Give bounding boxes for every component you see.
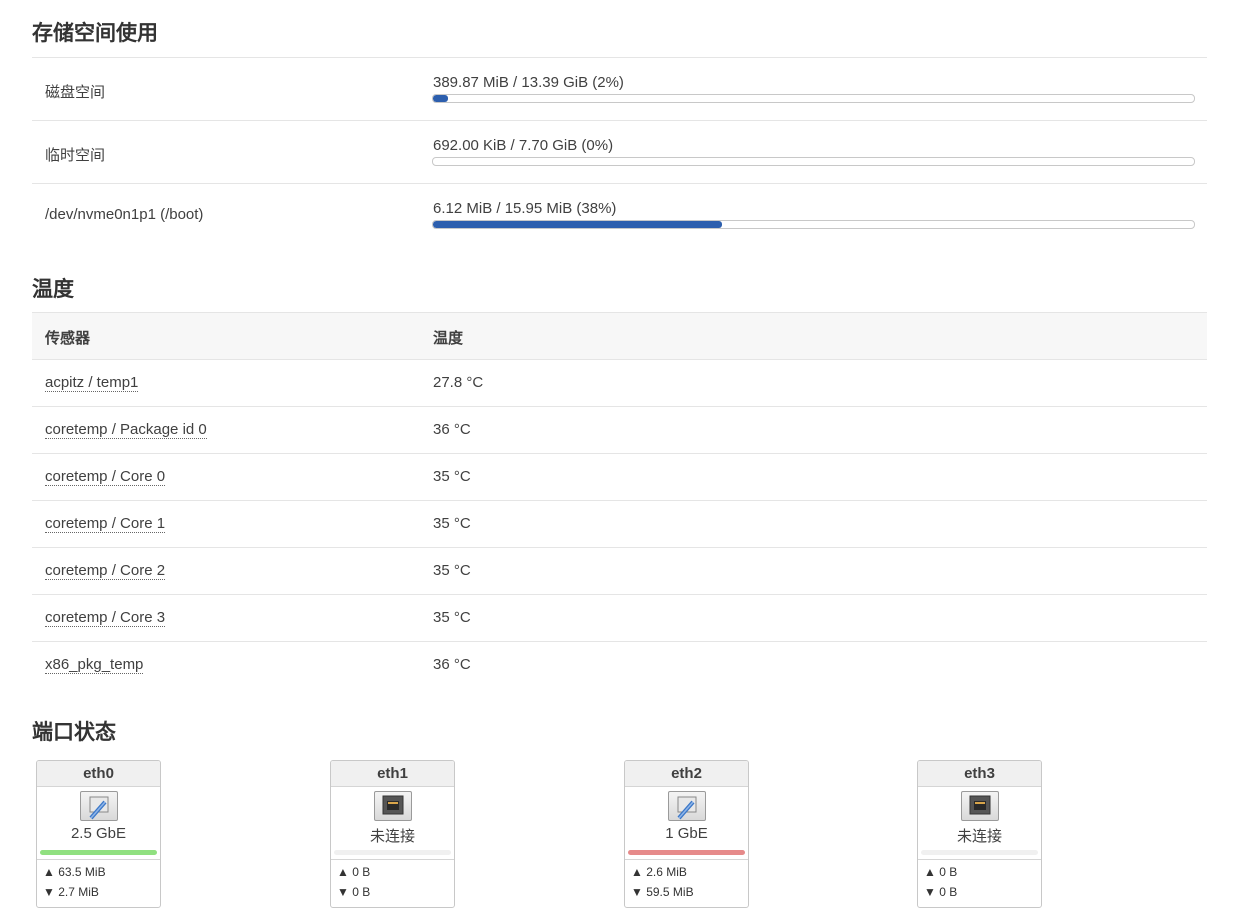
temperature-section-title: 温度 <box>32 278 74 301</box>
tx-bytes: ▲ 0 B <box>337 865 371 879</box>
rx-bytes: ▼ 2.7 MiB <box>43 885 99 899</box>
table-row: coretemp / Core 2 35 °C <box>32 547 1207 595</box>
sensor-link[interactable]: coretemp / Package id 0 <box>45 421 207 439</box>
temperature-value: 36 °C <box>433 656 471 673</box>
ethernet-connected-icon <box>80 791 118 821</box>
sensor-link[interactable]: x86_pkg_temp <box>45 656 144 674</box>
temperature-value: 35 °C <box>433 609 471 626</box>
port-card-eth0: eth0 2.5 GbE ▲ 63.5 MiB ▼ 2.7 MiB <box>36 760 161 908</box>
progress-fill <box>433 221 723 228</box>
storage-progress-bar <box>432 94 1195 103</box>
storage-progress-bar <box>432 220 1195 229</box>
storage-row-boot: /dev/nvme0n1p1 (/boot) 6.12 MiB / 15.95 … <box>32 183 1207 246</box>
rx-bytes: ▼ 0 B <box>337 885 371 899</box>
sensor-link[interactable]: coretemp / Core 1 <box>45 515 166 533</box>
temperature-table-header: 传感器 温度 <box>32 312 1207 360</box>
port-name: eth1 <box>331 761 454 787</box>
port-speed: 1 GbE <box>665 825 708 842</box>
storage-label: /dev/nvme0n1p1 (/boot) <box>45 206 204 223</box>
ethernet-connected-icon <box>668 791 706 821</box>
port-card-eth2: eth2 1 GbE ▲ 2.6 MiB ▼ 59.5 MiB <box>624 760 749 908</box>
storage-value: 389.87 MiB / 13.39 GiB (2%) <box>433 74 624 91</box>
temperature-value: 35 °C <box>433 468 471 485</box>
rx-bytes: ▼ 0 B <box>924 885 958 899</box>
link-indicator <box>334 850 451 855</box>
link-indicator <box>40 850 157 855</box>
temperature-value: 27.8 °C <box>433 374 484 391</box>
port-status-section-title: 端口状态 <box>32 721 116 744</box>
port-name: eth3 <box>918 761 1041 787</box>
table-row: coretemp / Core 1 35 °C <box>32 500 1207 548</box>
temperature-table: 传感器 温度 acpitz / temp1 27.8 °C coretemp /… <box>32 312 1207 692</box>
column-header-sensor: 传感器 <box>45 330 91 347</box>
temperature-value: 35 °C <box>433 515 471 532</box>
storage-label: 磁盘空间 <box>45 84 106 101</box>
table-row: acpitz / temp1 27.8 °C <box>32 359 1207 407</box>
storage-row-disk: 磁盘空间 389.87 MiB / 13.39 GiB (2%) <box>32 57 1207 120</box>
temperature-value: 36 °C <box>433 421 471 438</box>
rx-bytes: ▼ 59.5 MiB <box>631 885 694 899</box>
ethernet-disconnected-icon <box>961 791 999 821</box>
storage-progress-bar <box>432 157 1195 166</box>
column-header-temperature: 温度 <box>433 330 464 347</box>
link-indicator <box>921 850 1038 855</box>
port-name: eth0 <box>37 761 160 787</box>
table-row: coretemp / Core 3 35 °C <box>32 594 1207 642</box>
storage-row-tmp: 临时空间 692.00 KiB / 7.70 GiB (0%) <box>32 120 1207 183</box>
sensor-link[interactable]: acpitz / temp1 <box>45 374 139 392</box>
sensor-link[interactable]: coretemp / Core 3 <box>45 609 166 627</box>
storage-section-title: 存储空间使用 <box>32 22 158 45</box>
table-row: x86_pkg_temp 36 °C <box>32 641 1207 688</box>
port-speed: 未连接 <box>369 828 415 845</box>
table-row: coretemp / Core 0 35 °C <box>32 453 1207 501</box>
progress-fill <box>433 95 449 102</box>
port-card-eth1: eth1 未连接 ▲ 0 B ▼ 0 B <box>330 760 455 908</box>
link-indicator <box>628 850 745 855</box>
tx-bytes: ▲ 0 B <box>924 865 958 879</box>
storage-value: 6.12 MiB / 15.95 MiB (38%) <box>433 200 617 217</box>
port-name: eth2 <box>625 761 748 787</box>
sensor-link[interactable]: coretemp / Core 0 <box>45 468 166 486</box>
status-page: 存储空间使用 磁盘空间 389.87 MiB / 13.39 GiB (2%) … <box>0 0 1236 922</box>
port-card-eth3: eth3 未连接 ▲ 0 B ▼ 0 B <box>917 760 1042 908</box>
tx-bytes: ▲ 2.6 MiB <box>631 865 687 879</box>
table-row: coretemp / Package id 0 36 °C <box>32 406 1207 454</box>
storage-value: 692.00 KiB / 7.70 GiB (0%) <box>433 137 614 154</box>
storage-table: 磁盘空间 389.87 MiB / 13.39 GiB (2%) 临时空间 69… <box>32 57 1207 246</box>
storage-label: 临时空间 <box>45 147 106 164</box>
port-speed: 未连接 <box>956 828 1002 845</box>
sensor-link[interactable]: coretemp / Core 2 <box>45 562 166 580</box>
tx-bytes: ▲ 63.5 MiB <box>43 865 106 879</box>
ethernet-disconnected-icon <box>374 791 412 821</box>
port-speed: 2.5 GbE <box>70 825 127 842</box>
temperature-value: 35 °C <box>433 562 471 579</box>
